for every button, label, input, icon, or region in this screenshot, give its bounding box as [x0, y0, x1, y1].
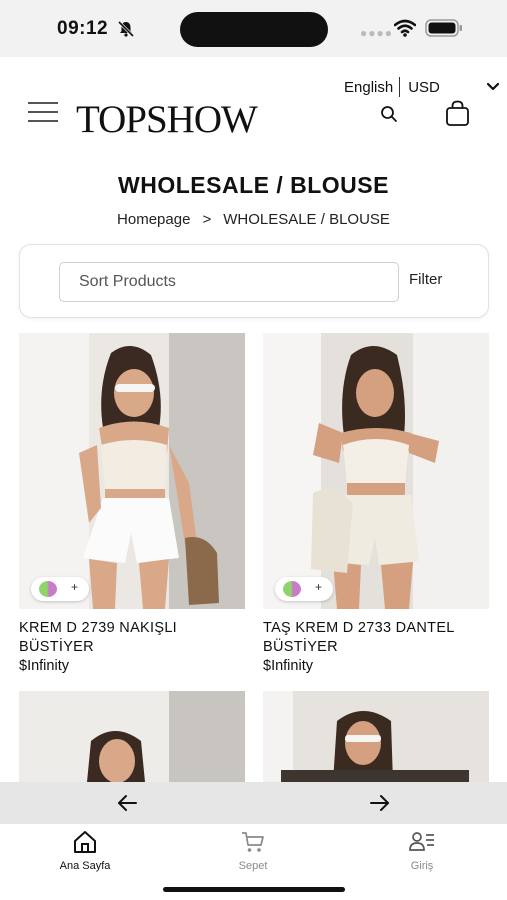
logo[interactable]: TOPSHOW: [76, 97, 258, 142]
product-photo-illustration: [19, 691, 245, 782]
arrow-left-icon[interactable]: [116, 792, 138, 814]
home-icon: [74, 831, 96, 853]
filter-button[interactable]: Filter: [409, 271, 442, 288]
product-card[interactable]: [263, 691, 489, 782]
tab-login[interactable]: Giriş: [372, 830, 472, 872]
arrow-right-icon[interactable]: [369, 792, 391, 814]
search-icon[interactable]: [380, 105, 398, 123]
cellular-signal-icon: ●●●●: [360, 26, 393, 40]
bell-muted-icon: [117, 20, 135, 38]
home-indicator[interactable]: [163, 887, 345, 892]
language-currency-selector[interactable]: English USD: [344, 77, 440, 97]
product-photo-illustration: [263, 691, 489, 782]
product-image[interactable]: [19, 691, 245, 782]
product-name[interactable]: TAŞ KREM D 2733 DANTEL BÜSTİYER: [263, 619, 489, 657]
language-label[interactable]: English: [344, 79, 393, 96]
tab-label: Giriş: [410, 860, 434, 872]
breadcrumb: Homepage > WHOLESALE / BLOUSE: [0, 211, 507, 228]
tab-label: Ana Sayfa: [59, 860, 111, 872]
product-photo-illustration: [263, 333, 489, 609]
product-price: $Infinity: [263, 658, 313, 674]
page-title: WHOLESALE / BLOUSE: [118, 172, 389, 198]
menu-icon[interactable]: [28, 102, 58, 122]
shopping-bag-icon[interactable]: [445, 100, 470, 127]
breadcrumb-current: WHOLESALE / BLOUSE: [223, 211, 390, 228]
breadcrumb-separator: >: [202, 211, 212, 228]
product-price: $Infinity: [19, 658, 69, 674]
color-swatch-selector[interactable]: +: [31, 577, 89, 601]
breadcrumb-home-link[interactable]: Homepage: [117, 211, 190, 228]
wifi-icon: [394, 19, 416, 37]
product-image[interactable]: +: [19, 333, 245, 609]
color-swatch[interactable]: [39, 581, 57, 597]
currency-label[interactable]: USD: [408, 79, 440, 96]
user-list-icon: [409, 832, 434, 851]
tab-home[interactable]: Ana Sayfa: [35, 830, 135, 872]
plus-icon[interactable]: +: [71, 580, 78, 594]
status-bar: 09:12 ●●●●: [0, 0, 507, 57]
product-card[interactable]: [19, 691, 245, 782]
color-swatch[interactable]: [283, 581, 301, 597]
dynamic-island: [180, 12, 328, 47]
status-time: 09:12: [57, 18, 109, 39]
tab-cart[interactable]: Sepet: [203, 830, 303, 872]
divider: [399, 77, 401, 97]
sort-filter-panel: Filter: [19, 244, 489, 318]
chevron-down-icon[interactable]: [486, 81, 500, 93]
product-image[interactable]: [263, 691, 489, 782]
battery-icon: [425, 19, 462, 37]
product-image[interactable]: +: [263, 333, 489, 609]
product-photo-illustration: [19, 333, 245, 609]
sort-products-input[interactable]: [59, 262, 399, 302]
color-swatch-selector[interactable]: +: [275, 577, 333, 601]
plus-icon[interactable]: +: [315, 580, 322, 594]
tab-label: Sepet: [238, 860, 268, 872]
product-card[interactable]: + KREM D 2739 NAKIŞLI BÜSTİYER $Infinity: [19, 333, 245, 676]
product-card[interactable]: + TAŞ KREM D 2733 DANTEL BÜSTİYER $Infin…: [263, 333, 489, 676]
product-name[interactable]: KREM D 2739 NAKIŞLI BÜSTİYER: [19, 619, 245, 657]
pagination-bar: [0, 782, 507, 824]
cart-icon: [242, 832, 264, 852]
